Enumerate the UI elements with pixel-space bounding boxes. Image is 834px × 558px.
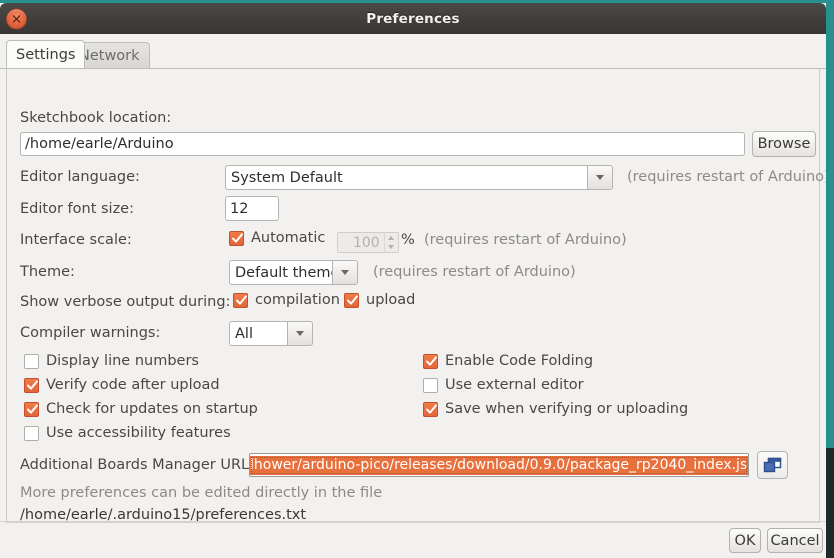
tab-underline	[0, 68, 826, 69]
checkbox-checked-icon	[24, 402, 39, 417]
checkbox-checked-icon	[24, 378, 39, 393]
title-bar: Preferences	[0, 3, 826, 34]
checkbox-checked-icon	[423, 402, 438, 417]
chevron-down-icon	[332, 260, 358, 285]
editor-language-value: System Default	[225, 165, 587, 190]
theme-select[interactable]: Default theme	[229, 260, 358, 285]
interface-scale-note: (requires restart of Arduino)	[424, 232, 627, 248]
checkbox-unchecked-icon	[423, 378, 438, 393]
verbose-upload-label: upload	[366, 292, 415, 308]
boards-manager-urls-value: lhower/arduino-pico/releases/download/0.…	[250, 456, 748, 475]
divider	[6, 522, 820, 523]
tab-settings[interactable]: Settings	[6, 40, 85, 68]
copy-windows-icon	[763, 457, 782, 474]
editor-font-size-input[interactable]: 12	[225, 196, 279, 221]
interface-scale-percent-label: %	[401, 232, 415, 248]
stepper-arrows-icon	[384, 233, 398, 252]
save-when-verifying-checkbox[interactable]: Save when verifying or uploading	[423, 401, 688, 417]
dialog-action-bar: OK Cancel	[0, 521, 826, 558]
interface-scale-stepper[interactable]: 100	[337, 232, 399, 253]
chevron-down-icon	[287, 321, 313, 346]
compiler-warnings-select[interactable]: All	[229, 321, 313, 346]
sketchbook-location-label: Sketchbook location:	[20, 110, 171, 126]
tab-bar: Settings Network	[0, 40, 826, 68]
checkbox-checked-icon	[233, 293, 248, 308]
editor-font-size-label: Editor font size:	[20, 201, 134, 217]
tab-network-label: Network	[79, 48, 140, 64]
editor-language-note: (requires restart of Arduino)	[627, 169, 826, 185]
cancel-button[interactable]: Cancel	[767, 528, 823, 553]
compiler-warnings-value: All	[229, 321, 287, 346]
checkbox-checked-icon	[344, 293, 359, 308]
chevron-down-icon	[587, 165, 613, 190]
checkbox-unchecked-icon	[24, 426, 39, 441]
enable-code-folding-checkbox[interactable]: Enable Code Folding	[423, 353, 593, 369]
use-external-editor-label: Use external editor	[445, 377, 584, 393]
verbose-compilation-checkbox[interactable]: compilation	[233, 292, 340, 308]
settings-panel: Sketchbook location: /home/earle/Arduino…	[6, 68, 820, 522]
enable-code-folding-label: Enable Code Folding	[445, 353, 593, 369]
verbose-compilation-label: compilation	[255, 292, 340, 308]
theme-value: Default theme	[229, 260, 332, 285]
check-for-updates-label: Check for updates on startup	[46, 401, 258, 417]
verbose-output-label: Show verbose output during:	[20, 294, 230, 310]
boards-manager-urls-edit-button[interactable]	[757, 451, 788, 479]
check-for-updates-checkbox[interactable]: Check for updates on startup	[24, 401, 258, 417]
checkbox-checked-icon	[423, 354, 438, 369]
interface-scale-automatic-label: Automatic	[251, 230, 325, 246]
sketchbook-location-input[interactable]: /home/earle/Arduino	[20, 132, 745, 156]
interface-scale-value: 100	[338, 233, 384, 252]
verify-code-after-upload-checkbox[interactable]: Verify code after upload	[24, 377, 220, 393]
boards-manager-urls-input[interactable]: lhower/arduino-pico/releases/download/0.…	[249, 453, 749, 477]
preferences-hint-line1: More preferences can be edited directly …	[20, 485, 382, 501]
preferences-window: Preferences Settings Network Sketchbook …	[0, 3, 826, 558]
compiler-warnings-label: Compiler warnings:	[20, 325, 160, 341]
interface-scale-label: Interface scale:	[20, 232, 132, 248]
use-external-editor-checkbox[interactable]: Use external editor	[423, 377, 584, 393]
window-body: Settings Network Sketchbook location: /h…	[0, 34, 826, 558]
editor-language-select[interactable]: System Default	[225, 165, 613, 190]
window-title: Preferences	[366, 11, 460, 27]
theme-label: Theme:	[20, 264, 75, 280]
verbose-upload-checkbox[interactable]: upload	[344, 292, 415, 308]
display-line-numbers-checkbox[interactable]: Display line numbers	[24, 353, 199, 369]
checkbox-checked-icon	[229, 231, 244, 246]
use-accessibility-features-label: Use accessibility features	[46, 425, 231, 441]
save-when-verifying-label: Save when verifying or uploading	[445, 401, 688, 417]
display-line-numbers-label: Display line numbers	[46, 353, 199, 369]
ok-button[interactable]: OK	[729, 528, 761, 553]
use-accessibility-features-checkbox[interactable]: Use accessibility features	[24, 425, 231, 441]
checkbox-unchecked-icon	[24, 354, 39, 369]
browse-button[interactable]: Browse	[752, 131, 816, 157]
tab-settings-label: Settings	[16, 47, 75, 63]
boards-manager-urls-label: Additional Boards Manager URLs:	[20, 457, 262, 473]
close-icon[interactable]	[6, 8, 27, 29]
editor-language-label: Editor language:	[20, 169, 140, 185]
interface-scale-automatic-checkbox[interactable]: Automatic	[229, 230, 325, 246]
theme-note: (requires restart of Arduino)	[373, 264, 576, 280]
verify-code-after-upload-label: Verify code after upload	[46, 377, 220, 393]
